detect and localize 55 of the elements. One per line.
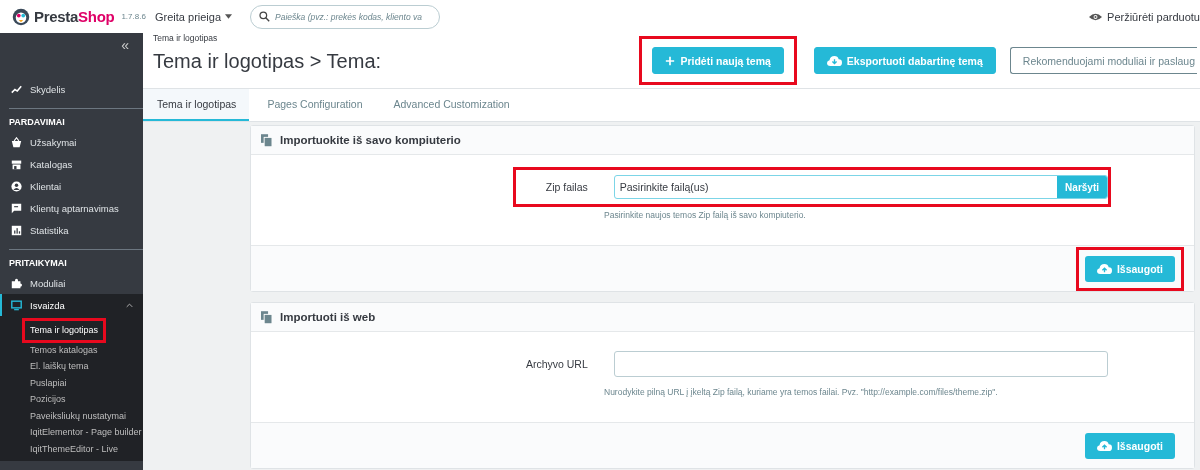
help-text: Pasirinkite naujos temos Zip failą iš savo kompiuterio. <box>604 210 807 220</box>
panel-header: Importuoti iš web <box>251 303 1194 332</box>
store-icon <box>11 158 22 170</box>
section-heading: PARDAVIMAI <box>8 116 66 129</box>
url-field[interactable] <box>613 351 1108 377</box>
logo-icon <box>12 7 30 26</box>
submenu-item[interactable]: El. laiškų tema <box>26 358 93 375</box>
sidebar-item[interactable]: Katalogas <box>0 153 143 175</box>
sidebar-item[interactable]: Užsakymai <box>0 131 143 153</box>
search-field[interactable]: Paieška (pvz.: prekės kodas, kliento va <box>275 11 432 22</box>
sidebar-item[interactable]: Moduliai <box>0 272 143 294</box>
file-field[interactable]: Pasirinkite failą(us) Naršyti <box>613 175 1108 199</box>
breadcrumb: Tema ir logotipas <box>153 33 219 43</box>
trend-icon <box>11 83 22 95</box>
chart-icon <box>11 224 22 236</box>
sidebar-item[interactable]: Statistika <box>0 219 143 241</box>
copy-icon <box>261 133 272 147</box>
submenu-item[interactable]: Puslapiai <box>26 374 71 391</box>
puzzle-icon <box>11 277 22 289</box>
submenu-item[interactable]: Pozicijos <box>26 391 70 408</box>
cloud-upload-icon <box>1096 263 1112 274</box>
quick-access-dropdown[interactable]: Greita prieiga <box>153 8 235 25</box>
tab[interactable]: Advanced Customization <box>379 89 523 121</box>
person-icon <box>11 180 22 192</box>
tab[interactable]: Pages Configuration <box>253 89 376 121</box>
version-label: 1.7.8.6 <box>121 12 146 21</box>
submenu-item[interactable]: Temos katalogas <box>26 341 102 358</box>
plus-icon <box>665 55 676 66</box>
chat-icon <box>11 202 22 214</box>
sidebar-item[interactable]: Skydelis <box>0 78 143 100</box>
help-text: Nurodykite pilną URL į įkeltą Zip failą, kuriame yra temos failai. Pvz. "http://example.com/files/theme.zip". <box>604 387 999 397</box>
page-title: Tema ir logotipas > Tema: <box>153 50 382 73</box>
cloud-download-icon <box>826 55 842 66</box>
panel-header: Importuokite iš savo kompiuterio <box>251 126 1194 155</box>
copy-icon <box>261 310 272 324</box>
basket-icon <box>11 136 22 148</box>
collapse-menu-button[interactable]: « <box>121 35 129 55</box>
submenu-item[interactable]: IqitThemeEditor - Live <box>26 440 123 457</box>
eye-icon <box>1089 12 1103 21</box>
sidebar-item[interactable]: Klientai <box>0 175 143 197</box>
monitor-icon <box>11 299 22 311</box>
cloud-upload-icon <box>1096 440 1112 451</box>
submenu-item[interactable]: Paveiksliukų nustatymai <box>26 407 131 424</box>
field-label: Archyvo URL <box>524 358 588 370</box>
caret-icon <box>225 14 233 19</box>
field-label: Zip failas <box>544 181 588 193</box>
view-shop-link[interactable]: Peržiūrėti parduotu <box>1089 10 1200 23</box>
search-icon <box>259 11 271 22</box>
sidebar-item[interactable]: Klientų aptarnavimas <box>0 197 143 219</box>
logo-text: PrestaShop <box>34 8 115 25</box>
tab[interactable]: Tema ir logotipas <box>143 89 250 121</box>
recommended-modules-button[interactable]: Rekomenduojami moduliai ir paslaug <box>1009 47 1197 74</box>
submenu-item[interactable]: IqitElementor - Page builder <box>26 424 143 441</box>
section-heading: PRITAIKYMAI <box>8 257 68 270</box>
sidebar-item[interactable]: Isvaizda <box>0 294 143 316</box>
